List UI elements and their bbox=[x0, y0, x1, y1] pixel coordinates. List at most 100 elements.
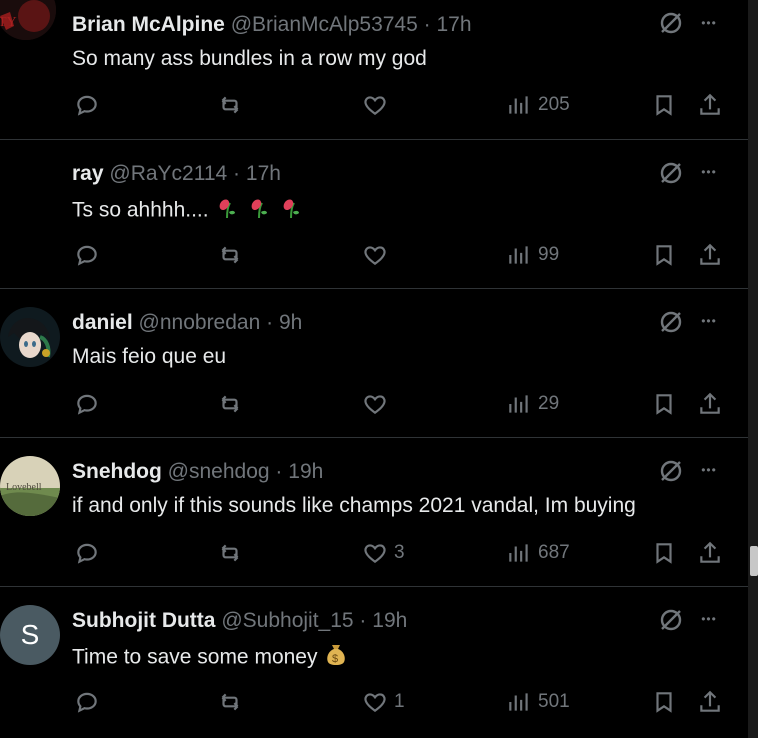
share-icon bbox=[700, 392, 720, 414]
like-button[interactable]: 3 bbox=[362, 538, 405, 568]
heart-icon bbox=[364, 544, 386, 563]
share-button[interactable] bbox=[697, 240, 723, 270]
reply-button[interactable] bbox=[74, 538, 100, 568]
grok-icon[interactable] bbox=[658, 607, 684, 633]
more-options-icon[interactable]: ••• bbox=[696, 13, 722, 39]
view-count: 205 bbox=[538, 94, 570, 115]
share-icon bbox=[700, 243, 720, 265]
reply-button[interactable] bbox=[74, 90, 100, 120]
timestamp[interactable]: 19h bbox=[372, 609, 407, 632]
user-handle[interactable]: @snehdog bbox=[168, 460, 270, 483]
repost-button[interactable] bbox=[217, 240, 243, 270]
share-button[interactable] bbox=[697, 687, 723, 717]
timestamp[interactable]: 17h bbox=[246, 162, 281, 185]
views-button[interactable]: 29 bbox=[506, 389, 559, 419]
share-button[interactable] bbox=[697, 538, 723, 568]
views-icon bbox=[509, 96, 528, 114]
tweet-header: ray @RaYc2114 · 17h bbox=[72, 160, 281, 188]
repost-icon bbox=[221, 693, 239, 711]
timestamp[interactable]: 19h bbox=[288, 460, 323, 483]
like-button[interactable] bbox=[362, 90, 394, 120]
wilted-flower-emoji bbox=[214, 194, 240, 228]
more-options-icon[interactable]: ••• bbox=[696, 311, 722, 337]
heart-icon bbox=[364, 96, 386, 115]
display-name[interactable]: Subhojit Dutta bbox=[72, 609, 215, 632]
bookmark-button[interactable] bbox=[651, 240, 677, 270]
user-handle[interactable]: @BrianMcAlp53745 bbox=[231, 13, 418, 36]
reply-button[interactable] bbox=[74, 240, 100, 270]
display-name[interactable]: Brian McAlpine bbox=[72, 13, 225, 36]
view-count: 501 bbox=[538, 691, 570, 712]
grok-icon[interactable] bbox=[658, 160, 684, 186]
reply-icon bbox=[77, 692, 97, 713]
tweet[interactable]: Lovebell Snehdog @snehdog · 19h if and o… bbox=[0, 438, 748, 587]
like-button[interactable] bbox=[362, 389, 394, 419]
tweet[interactable]: daniel @nnobredan · 9h Mais feio que eu … bbox=[0, 289, 748, 438]
tweet-feed: TY Brian McAlpine @BrianMcAlp53745 · 17h… bbox=[0, 0, 748, 738]
avatar[interactable] bbox=[0, 307, 60, 367]
bookmark-icon bbox=[656, 692, 672, 713]
avatar-letter: S bbox=[20, 619, 40, 650]
separator-dot: · bbox=[233, 162, 241, 185]
view-count: 687 bbox=[538, 542, 570, 563]
more-options-icon[interactable]: ••• bbox=[696, 460, 722, 486]
tweet-header: Subhojit Dutta @Subhojit_15 · 19h bbox=[72, 607, 407, 635]
repost-button[interactable] bbox=[217, 389, 243, 419]
user-handle[interactable]: @RaYc2114 bbox=[109, 162, 227, 185]
user-handle[interactable]: @nnobredan bbox=[139, 311, 261, 334]
tweet[interactable]: TY Brian McAlpine @BrianMcAlp53745 · 17h… bbox=[0, 0, 748, 140]
views-icon bbox=[509, 693, 528, 711]
repost-icon bbox=[221, 395, 239, 413]
wilted-flower-emoji bbox=[278, 194, 304, 228]
display-name[interactable]: Snehdog bbox=[72, 460, 162, 483]
bookmark-button[interactable] bbox=[651, 538, 677, 568]
reply-button[interactable] bbox=[74, 389, 100, 419]
user-handle[interactable]: @Subhojit_15 bbox=[221, 609, 353, 632]
tweet-text-content: Time to save some money bbox=[72, 645, 318, 669]
reply-button[interactable] bbox=[74, 687, 100, 717]
more-options-icon[interactable]: ••• bbox=[696, 609, 722, 635]
avatar-text: Lovebell bbox=[6, 482, 42, 493]
repost-button[interactable] bbox=[217, 687, 243, 717]
reply-icon bbox=[77, 543, 97, 564]
reply-icon bbox=[77, 245, 97, 266]
bookmark-button[interactable] bbox=[651, 687, 677, 717]
money-bag-emoji: $ bbox=[323, 641, 349, 675]
grok-icon[interactable] bbox=[658, 309, 684, 335]
tweet[interactable]: ray @RaYc2114 · 17h Ts so ahhhh.... ••• bbox=[0, 140, 748, 289]
separator-dot: · bbox=[423, 13, 431, 36]
share-icon bbox=[700, 93, 720, 115]
like-button[interactable]: 1 bbox=[362, 687, 405, 717]
share-icon bbox=[700, 541, 720, 563]
timestamp[interactable]: 17h bbox=[436, 13, 471, 36]
timestamp[interactable]: 9h bbox=[279, 311, 302, 334]
bookmark-icon bbox=[656, 245, 672, 266]
avatar[interactable]: Lovebell bbox=[0, 456, 60, 516]
views-button[interactable]: 99 bbox=[506, 240, 559, 270]
views-icon bbox=[509, 395, 528, 413]
avatar[interactable] bbox=[0, 154, 60, 214]
share-button[interactable] bbox=[697, 90, 723, 120]
repost-button[interactable] bbox=[217, 538, 243, 568]
views-button[interactable]: 501 bbox=[506, 687, 570, 717]
display-name[interactable]: daniel bbox=[72, 311, 133, 334]
display-name[interactable]: ray bbox=[72, 162, 104, 185]
repost-button[interactable] bbox=[217, 90, 243, 120]
share-button[interactable] bbox=[697, 389, 723, 419]
more-options-icon[interactable]: ••• bbox=[696, 162, 722, 188]
tweet-header: Brian McAlpine @BrianMcAlp53745 · 17h bbox=[72, 11, 472, 39]
bookmark-button[interactable] bbox=[651, 90, 677, 120]
tweet-text: if and only if this sounds like champs 2… bbox=[72, 494, 636, 517]
scrollbar-thumb[interactable] bbox=[750, 546, 758, 576]
wilted-flower-emoji bbox=[246, 194, 272, 228]
like-button[interactable] bbox=[362, 240, 394, 270]
avatar[interactable]: S bbox=[0, 605, 60, 665]
tweet[interactable]: S Subhojit Dutta @Subhojit_15 · 19h Time… bbox=[0, 587, 748, 738]
grok-icon[interactable] bbox=[658, 458, 684, 484]
grok-icon[interactable] bbox=[658, 10, 684, 36]
views-button[interactable]: 687 bbox=[506, 538, 570, 568]
views-button[interactable]: 205 bbox=[506, 90, 570, 120]
scrollbar-track[interactable] bbox=[748, 0, 758, 738]
bookmark-button[interactable] bbox=[651, 389, 677, 419]
avatar[interactable]: TY bbox=[0, 0, 56, 40]
